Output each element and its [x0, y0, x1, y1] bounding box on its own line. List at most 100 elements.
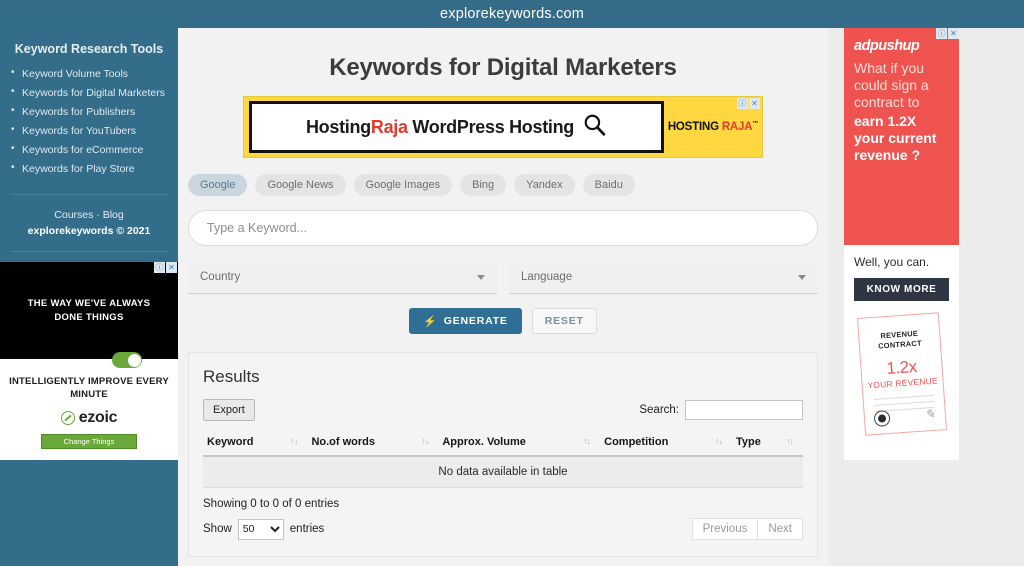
- right-ad-copy-bold: earn 1.2X your current revenue ?: [854, 113, 937, 164]
- country-select[interactable]: Country: [188, 260, 497, 294]
- results-table-body: No data available in table: [203, 456, 803, 488]
- filters-row: Country Language: [178, 246, 828, 294]
- search-engine-tabs: Google Google News Google Images Bing Ya…: [178, 158, 828, 196]
- left-sidebar-advertisement[interactable]: ⓘ ✕ THE WAY WE'VE ALWAYS DONE THINGS INT…: [0, 262, 178, 460]
- search-icon: [582, 112, 607, 142]
- ad-close-icon[interactable]: ✕: [948, 28, 959, 39]
- sidebar-divider-bottom: [10, 251, 168, 252]
- right-sidebar-advertisement[interactable]: ⓘ ✕ adpushup What if you could sign a co…: [844, 28, 959, 460]
- next-page-button[interactable]: Next: [758, 518, 803, 540]
- language-select-label: Language: [521, 270, 573, 283]
- banner-headline: HostingRaja WordPress Hosting: [305, 116, 574, 137]
- browser-title-bar: explorekeywords.com: [0, 0, 1024, 28]
- results-toolbar: Export Search:: [203, 399, 803, 430]
- column-header-competition[interactable]: ↑↓ Competition: [600, 430, 732, 457]
- contract-seal-icon: [873, 409, 891, 428]
- adchoices-info-icon[interactable]: ⓘ: [936, 28, 947, 39]
- sidebar-item-digital-marketers[interactable]: Keywords for Digital Marketers: [11, 83, 178, 102]
- language-select[interactable]: Language: [509, 260, 818, 294]
- ad-close-icon[interactable]: ✕: [749, 98, 760, 109]
- sidebar-copyright: explorekeywords © 2021: [27, 225, 151, 237]
- sort-icon: ↑↓: [290, 436, 298, 446]
- left-ad-body: INTELLIGENTLY IMPROVE EVERY MINUTE ezoic…: [0, 359, 178, 460]
- ezoic-wordmark: ezoic: [78, 408, 118, 426]
- table-search-input[interactable]: [685, 400, 803, 420]
- keyword-input[interactable]: [188, 210, 818, 246]
- main-content: Keywords for Digital Marketers ⓘ ✕ Hosti…: [178, 28, 828, 566]
- results-heading: Results: [203, 367, 260, 386]
- table-search-box: Search:: [639, 400, 803, 420]
- tab-bing[interactable]: Bing: [460, 174, 507, 196]
- right-ad-controls: ⓘ ✕: [936, 28, 959, 39]
- results-table-head: ↑↓ Keyword ↑↓ No.of words ↑↓ Approx. Volume…: [203, 430, 803, 457]
- sidebar-item-ecommerce[interactable]: Keywords for eCommerce: [11, 140, 178, 159]
- sort-icon: ↑↓: [421, 436, 429, 446]
- reset-button[interactable]: RESET: [531, 308, 597, 334]
- sidebar-item-youtubers[interactable]: Keywords for YouTubers: [11, 121, 178, 140]
- adchoices-info-icon[interactable]: ⓘ: [737, 98, 748, 109]
- left-ad-toggle-graphic: [112, 352, 142, 368]
- adpushup-logo: adpushup: [854, 38, 920, 54]
- left-ad-cta-button[interactable]: Change Things: [41, 433, 137, 449]
- left-ad-subhead: INTELLIGENTLY IMPROVE EVERY MINUTE: [9, 376, 169, 401]
- export-button[interactable]: Export: [203, 399, 255, 421]
- sidebar-item-keyword-volume-tools[interactable]: Keyword Volume Tools: [11, 64, 178, 83]
- tab-google-news[interactable]: Google News: [255, 174, 346, 196]
- keyword-input-wrapper: [178, 196, 828, 246]
- lightning-bolt-icon: ⚡: [423, 315, 438, 328]
- table-header-row: ↑↓ Keyword ↑↓ No.of words ↑↓ Approx. Volume…: [203, 430, 803, 457]
- left-ad-hero: THE WAY WE'VE ALWAYS DONE THINGS: [0, 262, 178, 368]
- results-panel: Results Export Search: ↑↓ Keyword ↑↓ No.of…: [188, 352, 818, 557]
- adchoices-info-icon[interactable]: ⓘ: [154, 262, 165, 273]
- sort-icon: ↑↓: [583, 436, 591, 446]
- tab-yandex[interactable]: Yandex: [514, 174, 575, 196]
- show-label: Show: [203, 523, 232, 535]
- sidebar-divider-top: [10, 194, 168, 195]
- sidebar-footer: Courses · Blog explorekeywords © 2021: [0, 197, 178, 249]
- banner-search-graphic: HostingRaja WordPress Hosting: [249, 101, 664, 153]
- column-header-no-of-words[interactable]: ↑↓ No.of words: [307, 430, 439, 457]
- right-ad-copy-light: What if you could sign a contract to: [854, 60, 929, 111]
- pagination-controls: Previous Next: [691, 518, 803, 540]
- know-more-button[interactable]: KNOW MORE: [854, 278, 949, 301]
- hosting-banner-advertisement[interactable]: ⓘ ✕ HostingRaja WordPress Hosting HOSTIN…: [243, 96, 763, 158]
- right-ad-hero: adpushup What if you could sign a contra…: [844, 28, 959, 245]
- tab-baidu[interactable]: Baidu: [582, 174, 635, 196]
- entries-per-page-select[interactable]: 102550100: [237, 518, 284, 540]
- tab-google[interactable]: Google: [188, 174, 248, 196]
- results-footer: Showing 0 to 0 of 0 entries Show 1025501…: [203, 488, 803, 540]
- column-header-type[interactable]: ↑↓ Type: [731, 430, 803, 457]
- generate-button[interactable]: ⚡ GENERATE: [409, 308, 522, 334]
- chevron-down-icon: [477, 274, 485, 280]
- results-table: ↑↓ Keyword ↑↓ No.of words ↑↓ Approx. Volume…: [203, 430, 803, 488]
- revenue-contract-graphic: REVENUE CONTRACT 1.2x YOUR REVENUE ✎: [856, 312, 947, 436]
- hostingraja-logo: HOSTING RAJA™: [667, 121, 759, 133]
- column-header-approx-volume[interactable]: ↑↓ Approx. Volume: [438, 430, 601, 457]
- column-header-keyword[interactable]: ↑↓ Keyword: [203, 430, 308, 457]
- table-empty-row: No data available in table: [203, 456, 803, 488]
- sidebar-link-list: Keyword Volume Tools Keywords for Digita…: [0, 64, 178, 184]
- previous-page-button[interactable]: Previous: [691, 518, 759, 540]
- sidebar-item-play-store[interactable]: Keywords for Play Store: [11, 159, 178, 178]
- left-ad-controls: ⓘ ✕: [154, 262, 177, 273]
- ad-close-icon[interactable]: ✕: [166, 262, 177, 273]
- sort-icon: ↑↓: [786, 436, 794, 446]
- ezoic-logo: ezoic: [0, 409, 178, 427]
- generate-button-label: GENERATE: [443, 315, 508, 327]
- sidebar-footer-links[interactable]: Courses · Blog: [8, 209, 170, 221]
- sidebar-item-publishers[interactable]: Keywords for Publishers: [11, 102, 178, 121]
- table-empty-message: No data available in table: [203, 456, 803, 488]
- contract-signature-icon: ✎: [923, 406, 935, 422]
- action-buttons: ⚡ GENERATE RESET: [178, 294, 828, 334]
- sidebar-heading: Keyword Research Tools: [14, 42, 164, 56]
- sidebar-nav: Keyword Research Tools Keyword Volume To…: [0, 28, 178, 192]
- ezoic-mark-icon: [60, 410, 75, 425]
- tab-google-images[interactable]: Google Images: [353, 174, 453, 196]
- page-title: Keywords for Digital Marketers: [329, 54, 677, 81]
- table-search-label: Search:: [639, 404, 679, 416]
- sort-icon: ↑↓: [714, 436, 723, 446]
- site-title: explorekeywords.com: [439, 6, 585, 22]
- results-footer-row: Show 102550100 entries Previous Next: [203, 518, 803, 540]
- left-ad-headline: THE WAY WE'VE ALWAYS DONE THINGS: [27, 297, 151, 323]
- country-select-label: Country: [200, 270, 241, 283]
